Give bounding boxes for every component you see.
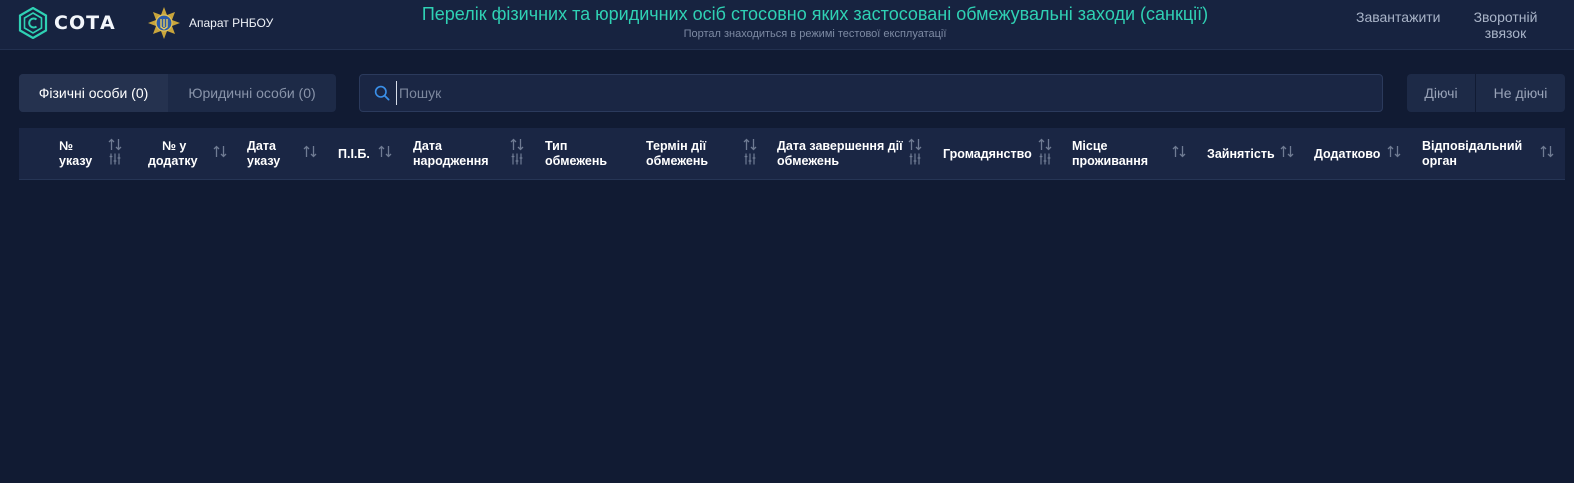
column-label: Громадянство [943, 147, 1032, 161]
sort-icon[interactable] [1038, 138, 1052, 151]
sort-icon[interactable] [510, 138, 524, 151]
column-label: Дата указу [247, 139, 281, 168]
column-label: П.І.Б. [338, 147, 370, 161]
tab-individuals[interactable]: Фізичні особи (0) [19, 74, 168, 112]
column-header-appendix-number[interactable]: № у додатку [148, 128, 238, 180]
sort-icon[interactable] [1280, 145, 1294, 158]
column-header-decree-date[interactable]: Дата указу [247, 128, 327, 180]
column-label: Відповідальний орган [1422, 139, 1523, 168]
search-input[interactable] [396, 81, 1356, 105]
column-header-citizenship[interactable]: Громадянство [943, 128, 1063, 180]
search-icon [374, 85, 390, 101]
page-title: Перелік фізичних та юридичних осіб стосо… [421, 4, 1209, 24]
sort-icon[interactable] [908, 138, 922, 151]
feedback-link[interactable]: Зворотній звязок [1468, 9, 1543, 41]
page-title-block: Перелік фізичних та юридичних осіб стосо… [330, 4, 1300, 40]
sort-icon[interactable] [303, 145, 317, 158]
top-header: СОТА Апарат РНБОУ Перелік фізичних та юр… [0, 0, 1574, 50]
page-subtitle: Портал знаходиться в режимі тестової екс… [683, 28, 947, 40]
sort-icon[interactable] [108, 138, 122, 151]
column-label: Дата завершення дії обмежень [777, 139, 903, 168]
column-header-full-name[interactable]: П.І.Б. [338, 128, 408, 180]
download-link[interactable]: Завантажити [1356, 9, 1441, 25]
filter-icon[interactable] [909, 153, 921, 165]
filter-icon[interactable] [1039, 153, 1051, 165]
filter-icon[interactable] [511, 153, 523, 165]
column-label: Зайнятість [1207, 147, 1275, 161]
feedback-link-line1: Зворотній [1473, 9, 1538, 25]
sort-icon[interactable] [213, 145, 227, 158]
sort-icon[interactable] [378, 145, 392, 158]
column-label: Тип обмежень [545, 139, 608, 168]
sota-logo[interactable]: СОТА [18, 7, 116, 39]
status-filter: Діючі Не діючі [1407, 74, 1565, 112]
org-block: Апарат РНБОУ [147, 6, 273, 40]
sort-icon[interactable] [1387, 145, 1401, 158]
table-body [0, 181, 1574, 483]
column-label: № указу [59, 139, 93, 168]
column-header-birth-date[interactable]: Дата народження [413, 128, 533, 180]
person-type-tabs: Фізичні особи (0) Юридичні особи (0) [19, 74, 336, 112]
column-header-restriction-term[interactable]: Термін дії обмежень [646, 128, 766, 180]
search-box [359, 74, 1383, 112]
logo-text: СОТА [54, 12, 116, 34]
column-header-additional[interactable]: Додатково [1314, 128, 1414, 180]
org-name: Апарат РНБОУ [189, 16, 274, 30]
sota-logo-icon [18, 7, 48, 39]
column-label: Дата народження [413, 139, 489, 168]
sort-icon[interactable] [1172, 145, 1186, 158]
feedback-link-line2: звязок [1484, 25, 1527, 41]
sort-icon[interactable] [743, 138, 757, 151]
filter-icon[interactable] [109, 153, 121, 165]
column-header-restriction-type[interactable]: Тип обмежень [545, 128, 640, 180]
filter-icon[interactable] [744, 153, 756, 165]
column-header-restriction-end-date[interactable]: Дата завершення дії обмежень [777, 128, 927, 180]
column-header-occupation[interactable]: Зайнятість [1207, 128, 1307, 180]
rnbo-emblem-icon [148, 7, 180, 39]
column-header-responsible-body[interactable]: Відповідальний орган [1422, 128, 1562, 180]
column-label: № у додатку [148, 139, 198, 168]
column-header-decree-number[interactable]: № указу [59, 128, 139, 180]
sort-icon[interactable] [1540, 145, 1554, 158]
column-label: Місце проживання [1072, 139, 1149, 168]
column-header-residence[interactable]: Місце проживання [1072, 128, 1192, 180]
table-header: № указу № у додатку Дата указу П.І.Б. Дата н… [19, 128, 1565, 180]
filter-inactive-button[interactable]: Не діючі [1476, 74, 1565, 112]
column-label: Термін дії обмежень [646, 139, 709, 168]
column-label: Додатково [1314, 147, 1381, 161]
tab-legal-entities[interactable]: Юридичні особи (0) [168, 74, 336, 112]
filter-active-button[interactable]: Діючі [1407, 74, 1476, 112]
